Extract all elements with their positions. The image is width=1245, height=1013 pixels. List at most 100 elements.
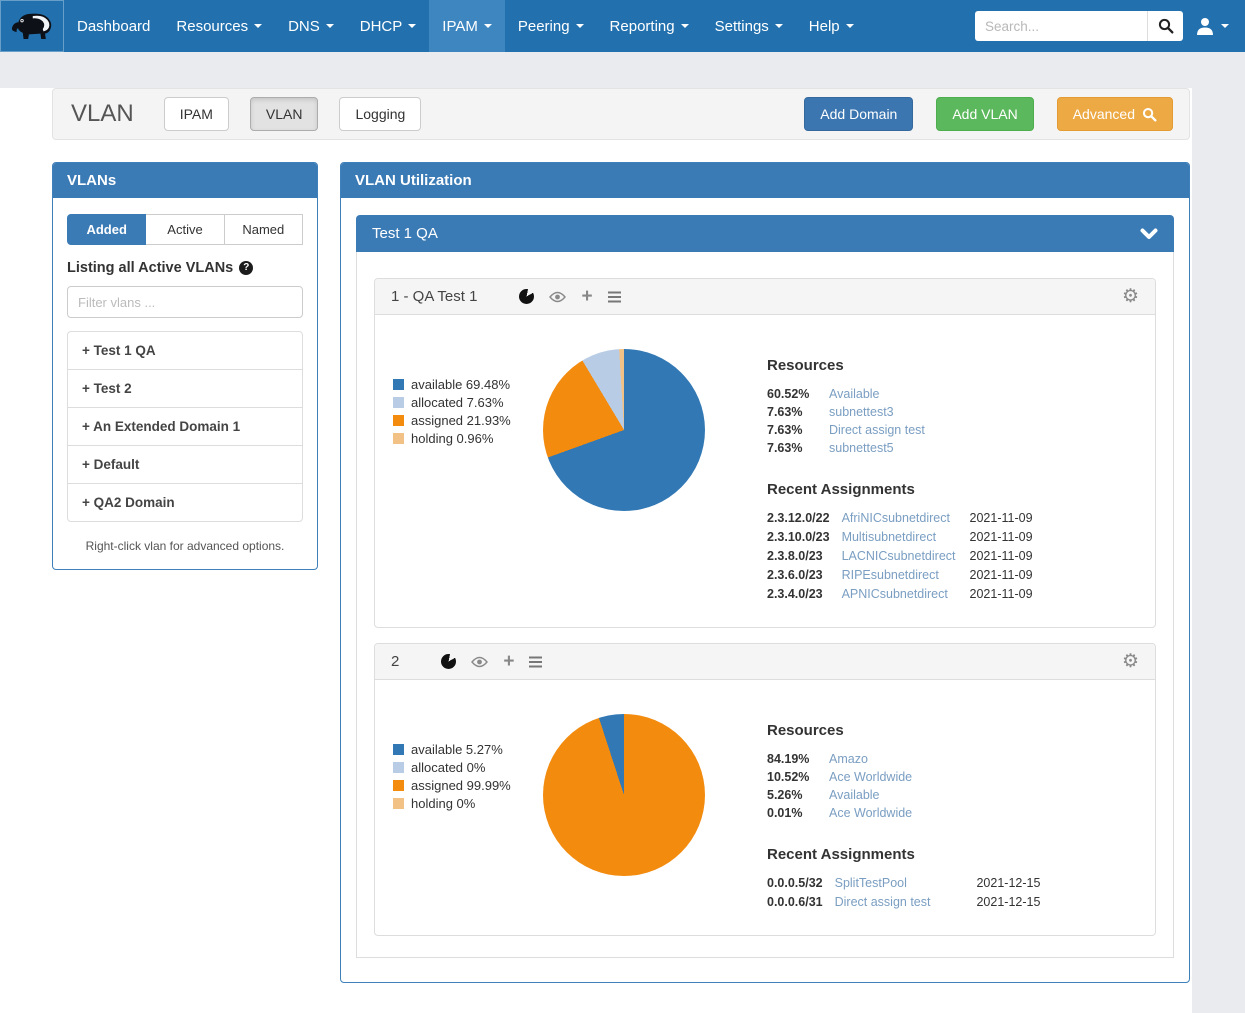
plus-icon[interactable]: + <box>503 655 514 669</box>
assignment-link[interactable]: RIPEsubnetdirect <box>842 568 956 582</box>
chevron-down-icon <box>576 24 584 28</box>
assignment-link[interactable]: AfriNICsubnetdirect <box>842 511 956 525</box>
utilization-pie-chart <box>543 349 705 511</box>
listing-label: Listing all Active VLANs ? <box>67 260 303 276</box>
nav-item[interactable]: Reporting <box>597 0 702 52</box>
assignment-link[interactable]: LACNICsubnetdirect <box>842 549 956 563</box>
search-input[interactable] <box>975 11 1147 41</box>
header-action-button[interactable]: Add Domain <box>804 97 913 131</box>
resource-link[interactable]: subnettest3 <box>829 405 925 419</box>
gear-icon[interactable]: ⚙ <box>1122 287 1139 306</box>
resource-percent: 60.52% <box>767 387 829 401</box>
legend-swatch <box>393 780 404 791</box>
chevron-down-icon <box>1221 24 1229 28</box>
resource-percent: 84.19% <box>767 752 829 766</box>
nav-item[interactable]: IPAM <box>429 0 505 52</box>
nav-item[interactable]: DHCP <box>347 0 430 52</box>
resource-percent: 5.26% <box>767 788 829 802</box>
vlan-list-item[interactable]: + Test 1 QA <box>68 332 302 369</box>
pie-chart-icon[interactable] <box>441 654 456 669</box>
nav-item-label: Reporting <box>610 18 675 35</box>
nav-item-label: Help <box>809 18 840 35</box>
vlan-list-item[interactable]: + Test 2 <box>68 369 302 407</box>
resource-link[interactable]: Ace Worldwide <box>829 806 912 820</box>
search-button[interactable] <box>1147 11 1183 41</box>
assignment-block: 2.3.8.0/23 <box>767 549 830 563</box>
vlan-list-item[interactable]: + QA2 Domain <box>68 483 302 521</box>
view-tab-button[interactable]: Logging <box>339 97 421 131</box>
user-menu[interactable] <box>1195 0 1229 52</box>
pie-legend: available 5.27% allocated 0% assigned 99.9… <box>393 742 533 909</box>
resource-link[interactable]: Available <box>829 788 912 802</box>
chevron-down-icon <box>408 24 416 28</box>
chevron-down-icon <box>326 24 334 28</box>
vlan-list: + Test 1 QA + Test 2 + An Extended Domai… <box>67 331 303 522</box>
assignments-list: 2.3.12.0/22 AfriNICsubnetdirect 2021-11-… <box>767 511 1033 601</box>
collapse-chevron-icon[interactable] <box>1140 228 1158 240</box>
eye-icon[interactable] <box>471 656 488 668</box>
nav-item[interactable]: Peering <box>505 0 597 52</box>
vlan-filter-tab[interactable]: Active <box>146 214 224 245</box>
assignment-link[interactable]: APNICsubnetdirect <box>842 587 956 601</box>
legend-label: holding 0% <box>411 796 475 811</box>
legend-swatch <box>393 379 404 390</box>
assignments-heading: Recent Assignments <box>767 846 1040 863</box>
assignment-link[interactable]: Multisubnetdirect <box>842 530 956 544</box>
nav-item[interactable]: Help <box>796 0 867 52</box>
resource-link[interactable]: Direct assign test <box>829 423 925 437</box>
vlan-list-item[interactable]: + An Extended Domain 1 <box>68 407 302 445</box>
nav-item-label: Settings <box>715 18 769 35</box>
nav-item[interactable]: Resources <box>163 0 275 52</box>
assignment-block: 2.3.12.0/22 <box>767 511 830 525</box>
vlan-filter-tab[interactable]: Named <box>225 214 303 245</box>
search-icon <box>1142 107 1157 122</box>
pie-chart-icon[interactable] <box>519 289 534 304</box>
header-action-button[interactable]: Add VLAN <box>936 97 1033 131</box>
assignment-link[interactable]: SplitTestPool <box>835 876 931 890</box>
assignment-date: 2021-12-15 <box>942 876 1040 890</box>
header-action-button[interactable]: Advanced <box>1057 97 1173 131</box>
legend-swatch <box>393 415 404 426</box>
resource-percent: 7.63% <box>767 441 829 455</box>
provision-logo[interactable] <box>0 0 64 52</box>
assignment-link[interactable]: Direct assign test <box>835 895 931 909</box>
resource-link[interactable]: Amazo <box>829 752 912 766</box>
legend-item: assigned 21.93% <box>393 413 533 428</box>
list-icon[interactable] <box>529 654 542 670</box>
help-icon[interactable]: ? <box>239 261 253 275</box>
assignment-date: 2021-11-09 <box>968 530 1033 544</box>
nav-item[interactable]: Settings <box>702 0 796 52</box>
legend-swatch <box>393 433 404 444</box>
legend-item: available 5.27% <box>393 742 533 757</box>
nav-item-label: Dashboard <box>77 18 150 35</box>
list-icon[interactable] <box>608 289 621 305</box>
domain-group-bar[interactable]: Test 1 QA <box>356 215 1174 252</box>
vlan-chart-title: 1 - QA Test 1 <box>391 288 477 305</box>
vlan-filter-tab[interactable]: Added <box>67 214 146 245</box>
view-tab-button[interactable]: VLAN <box>250 97 319 131</box>
plus-icon[interactable]: + <box>581 290 592 304</box>
eye-icon[interactable] <box>549 291 566 303</box>
gear-icon[interactable]: ⚙ <box>1122 652 1139 671</box>
resource-link[interactable]: Ace Worldwide <box>829 770 912 784</box>
nav-item-label: IPAM <box>442 18 478 35</box>
resource-link[interactable]: Available <box>829 387 925 401</box>
resource-percent: 7.63% <box>767 405 829 419</box>
vlan-list-item[interactable]: + Default <box>68 445 302 483</box>
pie-legend: available 69.48%allocated 7.63%assigned … <box>393 377 533 601</box>
nav-item[interactable]: Dashboard <box>64 0 163 52</box>
legend-label: assigned 99.99% <box>411 778 511 793</box>
nav-item[interactable]: DNS <box>275 0 347 52</box>
assignment-block: 2.3.10.0/23 <box>767 530 830 544</box>
vlan-chart-panel-1: 1 - QA Test 1 + <box>374 278 1156 628</box>
domain-group-body: 1 - QA Test 1 + <box>356 252 1174 958</box>
nav-item-label: Resources <box>176 18 248 35</box>
legend-label: allocated 0% <box>411 760 485 775</box>
vlan-filter-input[interactable] <box>67 286 303 318</box>
page-title: VLAN <box>71 100 134 128</box>
legend-item: holding 0.96% <box>393 431 533 446</box>
tapir-logo-icon <box>9 8 55 44</box>
view-tab-button[interactable]: IPAM <box>164 97 229 131</box>
resource-link[interactable]: subnettest5 <box>829 441 925 455</box>
vlans-sidebar-panel: VLANs Added Active Named Listing all Act… <box>52 162 318 570</box>
